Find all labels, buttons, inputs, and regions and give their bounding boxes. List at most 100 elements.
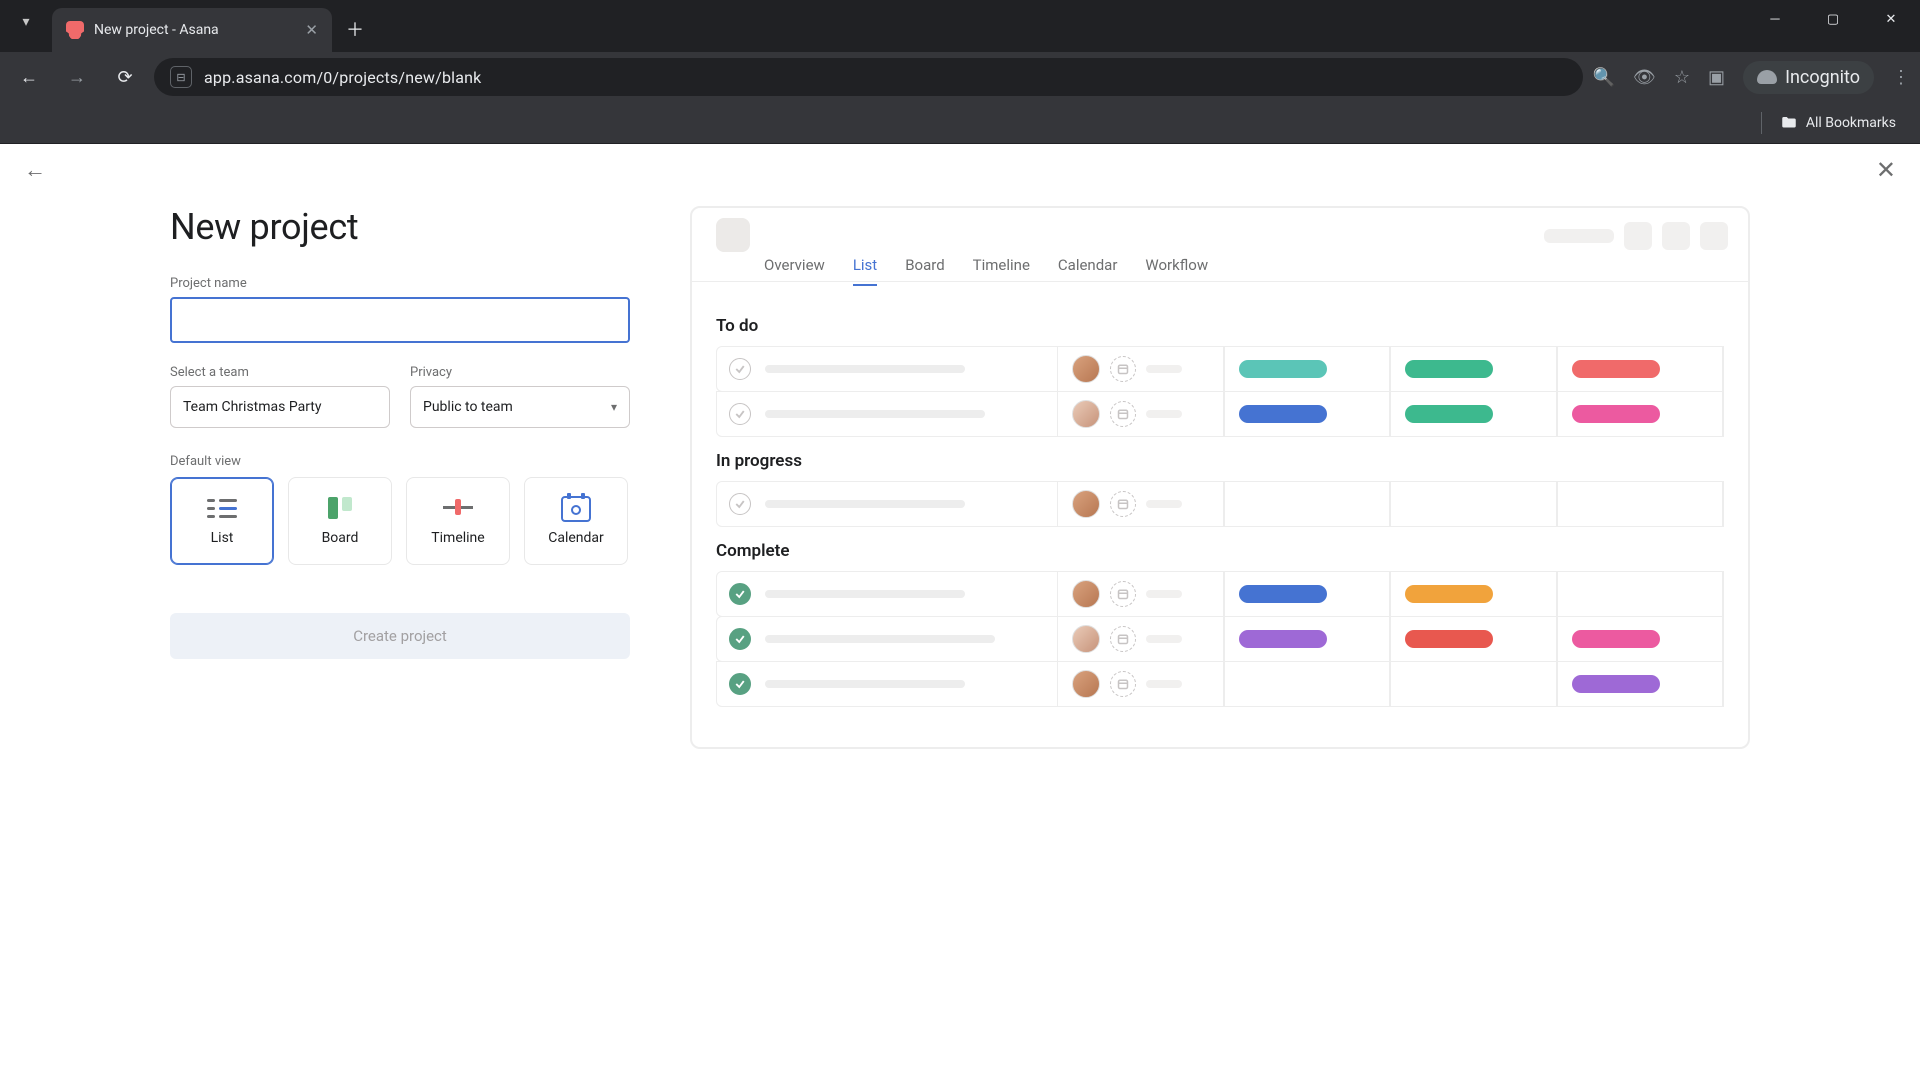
task-row[interactable] bbox=[716, 661, 1724, 707]
create-project-button: Create project bbox=[170, 613, 630, 659]
privacy-label: Privacy bbox=[410, 365, 630, 380]
check-done-icon[interactable] bbox=[729, 583, 751, 605]
skeleton bbox=[1146, 500, 1182, 508]
check-icon[interactable] bbox=[729, 403, 751, 425]
page-close-button[interactable]: ✕ bbox=[1876, 156, 1896, 184]
all-bookmarks-button[interactable]: All Bookmarks bbox=[1780, 114, 1896, 132]
search-icon[interactable]: 🔍 bbox=[1593, 67, 1615, 88]
tag-pill bbox=[1572, 630, 1660, 648]
date-icon bbox=[1110, 626, 1136, 652]
default-view-label: Default view bbox=[170, 454, 630, 469]
board-icon bbox=[325, 496, 355, 522]
new-tab-button[interactable]: ＋ bbox=[346, 16, 364, 42]
browser-tab[interactable]: New project - Asana ✕ bbox=[52, 8, 332, 52]
browser-toolbar: ← → ⟳ ⊟ app.asana.com/0/projects/new/bla… bbox=[0, 52, 1920, 102]
preview-tab-board[interactable]: Board bbox=[905, 256, 944, 286]
browser-titlebar: ▾ New project - Asana ✕ ＋ ─ ▢ ✕ bbox=[0, 0, 1920, 52]
team-select[interactable]: Team Christmas Party bbox=[170, 386, 390, 428]
skeleton bbox=[1146, 365, 1182, 373]
skeleton bbox=[1146, 410, 1182, 418]
preview-tab-list[interactable]: List bbox=[853, 256, 877, 286]
preview-tab-timeline[interactable]: Timeline bbox=[973, 256, 1030, 286]
reload-button[interactable]: ⟳ bbox=[106, 58, 144, 96]
view-option-board[interactable]: Board bbox=[288, 477, 392, 565]
project-name-input[interactable] bbox=[170, 297, 630, 343]
new-project-form: New project Project name Select a team T… bbox=[170, 206, 630, 659]
bookmark-star-icon[interactable]: ☆ bbox=[1674, 67, 1690, 88]
date-icon bbox=[1110, 581, 1136, 607]
tag-pill bbox=[1239, 360, 1327, 378]
sidepanel-icon[interactable]: ▣ bbox=[1708, 67, 1725, 88]
date-icon bbox=[1110, 401, 1136, 427]
tab-title: New project - Asana bbox=[94, 22, 295, 38]
avatar-icon bbox=[1072, 670, 1100, 698]
tag-pill bbox=[1405, 405, 1493, 423]
view-option-list[interactable]: List bbox=[170, 477, 274, 565]
avatar-icon bbox=[1072, 490, 1100, 518]
avatar-icon bbox=[1072, 580, 1100, 608]
skeleton bbox=[765, 680, 965, 688]
task-row[interactable] bbox=[716, 616, 1724, 662]
maximize-button[interactable]: ▢ bbox=[1804, 0, 1862, 38]
task-row[interactable] bbox=[716, 346, 1724, 392]
privacy-select[interactable]: Public to team ▾ bbox=[410, 386, 630, 428]
back-button[interactable]: ← bbox=[10, 58, 48, 96]
tag-pill bbox=[1572, 360, 1660, 378]
minimize-button[interactable]: ─ bbox=[1746, 0, 1804, 38]
view-option-timeline[interactable]: Timeline bbox=[406, 477, 510, 565]
list-icon bbox=[207, 496, 237, 522]
preview-panel: Overview List Board Timeline Calendar Wo… bbox=[690, 206, 1750, 749]
skeleton bbox=[765, 365, 965, 373]
incognito-icon bbox=[1757, 70, 1777, 84]
avatar-icon bbox=[1072, 355, 1100, 383]
preview-tab-workflow[interactable]: Workflow bbox=[1145, 256, 1208, 286]
tag-pill bbox=[1239, 405, 1327, 423]
skeleton bbox=[1146, 635, 1182, 643]
team-label: Select a team bbox=[170, 365, 390, 380]
task-row[interactable] bbox=[716, 481, 1724, 527]
close-tab-icon[interactable]: ✕ bbox=[305, 21, 318, 39]
check-icon[interactable] bbox=[729, 358, 751, 380]
date-icon bbox=[1110, 356, 1136, 382]
skeleton bbox=[1700, 222, 1728, 250]
tag-pill bbox=[1572, 405, 1660, 423]
eye-off-icon[interactable]: 👁 bbox=[1633, 67, 1656, 88]
check-icon[interactable] bbox=[729, 493, 751, 515]
skeleton bbox=[765, 410, 985, 418]
skeleton bbox=[765, 590, 965, 598]
section-complete: Complete bbox=[716, 541, 1724, 561]
tag-pill bbox=[1405, 360, 1493, 378]
avatar-icon bbox=[1072, 400, 1100, 428]
preview-tab-calendar[interactable]: Calendar bbox=[1058, 256, 1118, 286]
check-done-icon[interactable] bbox=[729, 673, 751, 695]
tag-pill bbox=[1572, 675, 1660, 693]
section-todo: To do bbox=[716, 316, 1724, 336]
task-row[interactable] bbox=[716, 391, 1724, 437]
incognito-chip[interactable]: Incognito bbox=[1743, 61, 1874, 94]
task-row[interactable] bbox=[716, 571, 1724, 617]
page-title: New project bbox=[170, 206, 630, 248]
tag-pill bbox=[1239, 630, 1327, 648]
menu-icon[interactable]: ⋮ bbox=[1892, 67, 1910, 88]
skeleton bbox=[1146, 680, 1182, 688]
avatar-icon bbox=[1072, 625, 1100, 653]
preview-tab-overview[interactable]: Overview bbox=[764, 256, 825, 286]
site-settings-icon[interactable]: ⊟ bbox=[170, 66, 192, 88]
close-window-button[interactable]: ✕ bbox=[1862, 0, 1920, 38]
section-in-progress: In progress bbox=[716, 451, 1724, 471]
asana-favicon-icon bbox=[66, 21, 84, 39]
project-name-label: Project name bbox=[170, 276, 630, 291]
date-icon bbox=[1110, 491, 1136, 517]
page-back-button[interactable]: ← bbox=[24, 157, 46, 183]
skeleton bbox=[1146, 590, 1182, 598]
tag-pill bbox=[1239, 585, 1327, 603]
skeleton bbox=[1624, 222, 1652, 250]
address-bar[interactable]: ⊟ app.asana.com/0/projects/new/blank bbox=[154, 58, 1583, 96]
date-icon bbox=[1110, 671, 1136, 697]
view-option-calendar[interactable]: Calendar bbox=[524, 477, 628, 565]
tag-pill bbox=[1405, 585, 1493, 603]
check-done-icon[interactable] bbox=[729, 628, 751, 650]
folder-icon bbox=[1780, 114, 1798, 132]
tag-pill bbox=[1405, 630, 1493, 648]
tab-search-icon[interactable]: ▾ bbox=[22, 14, 29, 30]
